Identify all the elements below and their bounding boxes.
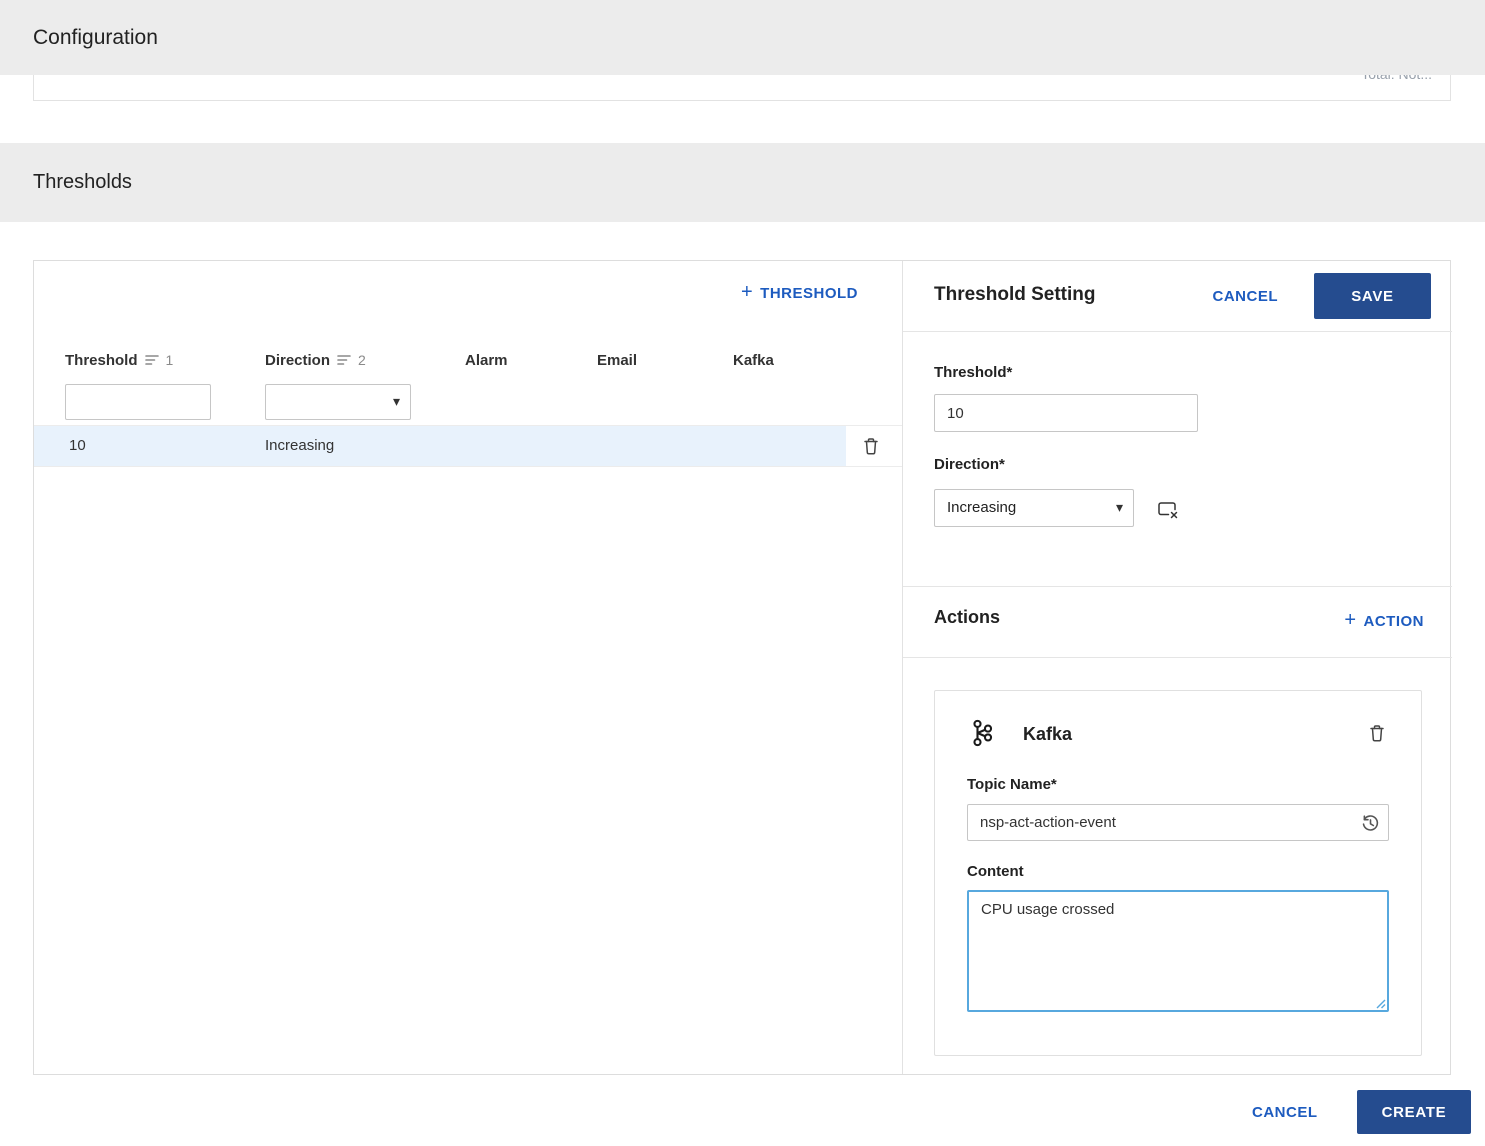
delete-action-button[interactable] (1363, 719, 1391, 747)
direction-select[interactable]: Increasing ▾ (934, 489, 1134, 527)
plus-icon: + (740, 281, 754, 303)
restore-default-button[interactable] (1359, 812, 1381, 834)
table-filter-row: ▾ (34, 379, 902, 426)
caret-down-icon: ▾ (1115, 498, 1123, 515)
page-title: Configuration (33, 26, 158, 49)
topic-name-input[interactable] (967, 804, 1389, 841)
threshold-field-label: Threshold* (934, 364, 1013, 381)
direction-select-value: Increasing (947, 499, 1017, 516)
column-header-alarm[interactable]: Alarm (465, 341, 508, 379)
thresholds-section-header: Thresholds (0, 143, 1485, 222)
direction-filter-select[interactable]: ▾ (265, 384, 411, 420)
save-button[interactable]: SAVE (1314, 273, 1431, 319)
column-label: Direction (265, 351, 331, 369)
content-textarea[interactable]: CPU usage crossed (967, 890, 1389, 1012)
add-threshold-button[interactable]: + THRESHOLD (740, 281, 858, 303)
column-header-direction[interactable]: Direction 2 (265, 341, 366, 379)
configuration-page: Configuration Total: Not... Thresholds +… (0, 0, 1485, 1146)
add-action-label: ACTION (1363, 612, 1424, 630)
sort-order: 1 (165, 352, 174, 368)
threshold-filter-input[interactable] (65, 384, 211, 420)
topic-name-label: Topic Name* (967, 776, 1057, 793)
kafka-icon (968, 719, 996, 749)
column-label: Email (597, 351, 638, 369)
section-title: Thresholds (33, 171, 132, 193)
clear-selection-button[interactable] (1154, 497, 1182, 521)
page-header: Configuration (0, 0, 1485, 75)
clear-selection-icon (1158, 502, 1178, 519)
previous-section-remnant: Total: Not... (33, 75, 1451, 101)
delete-threshold-button[interactable] (858, 433, 884, 459)
kafka-action-card: Kafka Topic Name* nsp-act-action-event C… (934, 690, 1422, 1056)
total-count-text: Total: Not... (1361, 75, 1432, 82)
thresholds-panel: + THRESHOLD Threshold 1 Direction 2 Alar… (33, 260, 1452, 1075)
trash-icon (1370, 725, 1384, 742)
sort-order: 2 (358, 352, 366, 368)
sort-icon (144, 355, 159, 365)
divider (903, 331, 1452, 332)
divider (903, 657, 1452, 658)
threshold-table-region: + THRESHOLD Threshold 1 Direction 2 Alar… (34, 261, 902, 1074)
cancel-button[interactable]: CANCEL (1213, 288, 1279, 305)
topic-name-field (967, 804, 1389, 841)
column-label: Alarm (465, 351, 508, 369)
create-button[interactable]: CREATE (1357, 1090, 1471, 1134)
cell-threshold: 10 (69, 437, 86, 454)
add-threshold-label: THRESHOLD (760, 284, 858, 302)
column-header-email[interactable]: Email (597, 341, 637, 379)
trash-icon (864, 438, 878, 455)
threshold-setting-header: Threshold Setting CANCEL SAVE (903, 261, 1452, 331)
content-field: CPU usage crossed (967, 890, 1389, 1012)
sort-icon (337, 355, 351, 365)
caret-down-icon: ▾ (392, 392, 400, 409)
direction-field-label: Direction* (934, 456, 1005, 473)
history-icon (1362, 814, 1378, 831)
cell-direction: Increasing (265, 437, 335, 454)
kafka-card-title: Kafka (1023, 724, 1073, 744)
divider (903, 586, 1452, 587)
plus-icon: + (1344, 609, 1357, 631)
threshold-input[interactable] (934, 394, 1198, 432)
add-action-button[interactable]: + ACTION (1344, 609, 1424, 631)
column-header-kafka[interactable]: Kafka (733, 341, 774, 379)
content-label: Content (967, 863, 1024, 880)
threshold-table-header: Threshold 1 Direction 2 Alarm Email Kafk… (34, 341, 902, 379)
selected-row-highlight (34, 426, 846, 466)
threshold-setting-region: Threshold Setting CANCEL SAVE Threshold*… (902, 261, 1452, 1074)
threshold-table-row[interactable]: 10 Increasing (34, 426, 902, 467)
column-header-threshold[interactable]: Threshold 1 (65, 341, 173, 379)
footer-cancel-button[interactable]: CANCEL (1252, 1104, 1318, 1121)
actions-section-title: Actions (934, 607, 1001, 627)
threshold-setting-title: Threshold Setting (934, 284, 1096, 305)
column-label: Kafka (733, 351, 774, 369)
column-label: Threshold (65, 351, 138, 369)
